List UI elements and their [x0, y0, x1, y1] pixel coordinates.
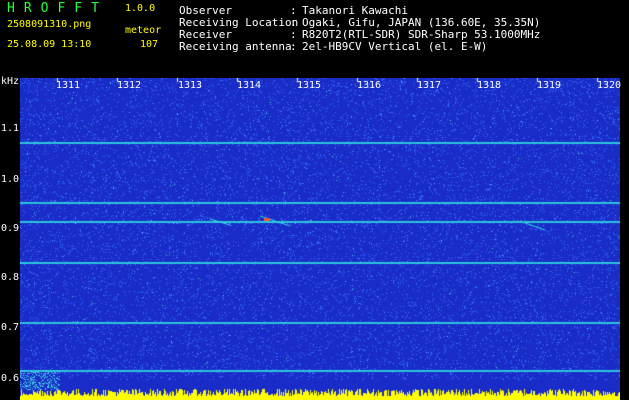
receiver-value: R820T2(RTL-SDR) SDR-Sharp 53.1000MHz [302, 28, 541, 41]
y-tick: 0.7 [1, 322, 20, 333]
observer-label: Observer [179, 4, 232, 17]
x-tick: 1317 [417, 80, 442, 91]
antenna-label: Receiving antenna [179, 40, 292, 53]
y-tick: 1.1 [1, 123, 20, 134]
y-axis-unit: kHz [1, 76, 20, 87]
location-value: Ogaki, Gifu, JAPAN (136.60E, 35.35N) [302, 16, 541, 29]
spectrogram-canvas [20, 78, 620, 400]
x-tick: 1313 [178, 80, 203, 91]
y-tick: 0.6 [1, 373, 20, 384]
x-tick: 1315 [297, 80, 322, 91]
x-tick: 1316 [357, 80, 382, 91]
receiver-label: Receiver [179, 28, 232, 41]
x-tick: 1318 [477, 80, 502, 91]
y-tick: 0.9 [1, 223, 20, 234]
datetime: 25.08.09 13:10 [7, 39, 92, 50]
y-tick: 0.8 [1, 272, 20, 283]
colon: : [290, 28, 297, 41]
antenna-value: 2el-HB9CV Vertical (el. E-W) [302, 40, 488, 53]
x-tick: 1311 [56, 80, 81, 91]
x-tick: 1320 [597, 80, 622, 91]
x-tick: 1312 [117, 80, 142, 91]
filename: 2508091310.png [7, 19, 92, 30]
colon: : [290, 40, 297, 53]
count-value: 107 [140, 39, 159, 50]
mode-label: meteor [125, 25, 162, 36]
colon: : [290, 4, 297, 17]
app-title: HROFFT [7, 1, 108, 16]
app-version: 1.0.0 [125, 3, 156, 14]
x-tick: 1314 [237, 80, 262, 91]
observer-value: Takanori Kawachi [302, 4, 408, 17]
location-label: Receiving Location [179, 16, 299, 29]
x-tick: 1319 [537, 80, 562, 91]
y-tick: 1.0 [1, 174, 20, 185]
colon: : [290, 16, 297, 29]
header-panel: HROFFT 1.0.0 2508091310.png meteor 25.08… [0, 0, 629, 76]
